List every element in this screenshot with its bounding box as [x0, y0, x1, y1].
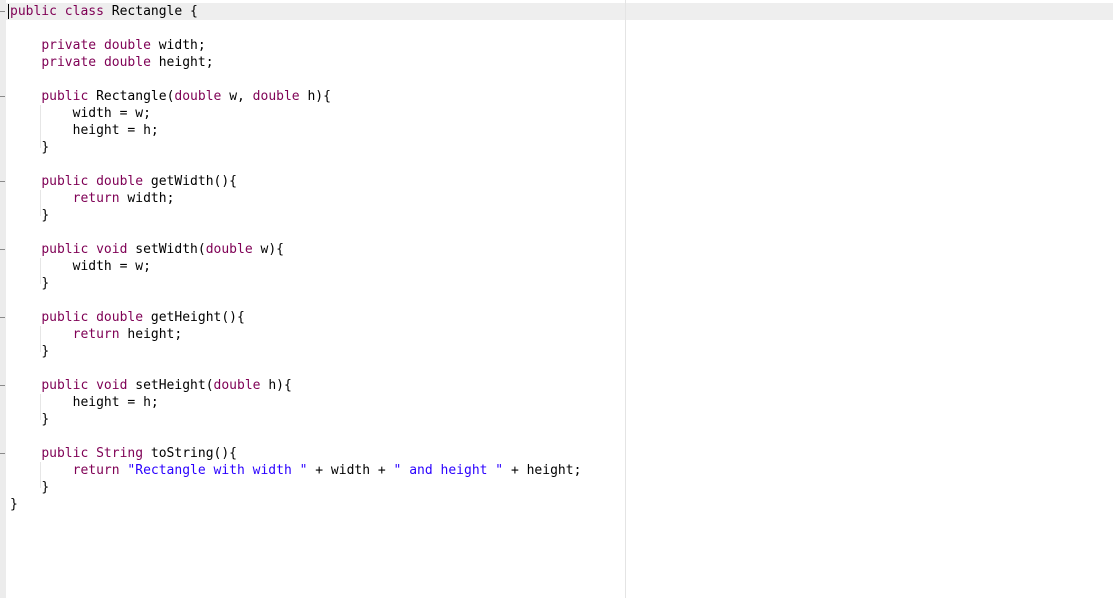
code-line[interactable]: return width; [10, 190, 581, 207]
fold-marker-tostring[interactable] [0, 453, 5, 454]
code-line[interactable] [10, 156, 581, 173]
code-line[interactable]: width = w; [10, 105, 581, 122]
code-line[interactable]: public Rectangle(double w, double h){ [10, 88, 581, 105]
code-line[interactable]: } [10, 343, 581, 360]
code-line[interactable]: } [10, 411, 581, 428]
code-line[interactable]: return "Rectangle with width " + width +… [10, 462, 582, 479]
code-line[interactable]: } [10, 479, 581, 496]
fold-marker-getheight[interactable] [0, 317, 5, 318]
code-line[interactable] [10, 71, 581, 88]
code-line[interactable]: public class Rectangle { [10, 3, 581, 20]
code-line[interactable]: } [10, 139, 581, 156]
text-cursor [8, 4, 9, 19]
code-line[interactable]: height = h; [10, 122, 581, 139]
code-line[interactable]: public void setHeight(double h){ [10, 377, 581, 394]
code-line[interactable] [10, 292, 581, 309]
code-line[interactable]: private double width; [10, 37, 581, 54]
fold-marker-setwidth[interactable] [0, 249, 5, 250]
code-line[interactable] [10, 224, 581, 241]
code-line[interactable] [10, 20, 581, 37]
fold-marker-getwidth[interactable] [0, 181, 5, 182]
code-line[interactable]: width = w; [10, 258, 581, 275]
fold-marker-constructor[interactable] [0, 96, 5, 97]
print-margin [625, 0, 626, 598]
fold-marker-class[interactable] [0, 11, 5, 12]
code-line[interactable]: private double height; [10, 54, 581, 71]
code-line[interactable]: public void setWidth(double w){ [10, 241, 581, 258]
code-line[interactable]: public double getWidth(){ [10, 173, 581, 190]
code-line[interactable] [10, 360, 581, 377]
code-line[interactable] [10, 428, 581, 445]
code-line[interactable]: } [10, 496, 581, 513]
code-line[interactable]: return height; [10, 326, 581, 343]
code-line[interactable]: height = h; [10, 394, 581, 411]
editor-gutter[interactable] [0, 0, 6, 598]
code-line[interactable]: } [10, 275, 581, 292]
code-editor[interactable]: public class Rectangle { private double … [10, 3, 581, 513]
fold-marker-setheight[interactable] [0, 385, 5, 386]
code-line[interactable]: } [10, 207, 581, 224]
code-line[interactable]: public double getHeight(){ [10, 309, 581, 326]
code-line[interactable]: public String toString(){ [10, 445, 581, 462]
